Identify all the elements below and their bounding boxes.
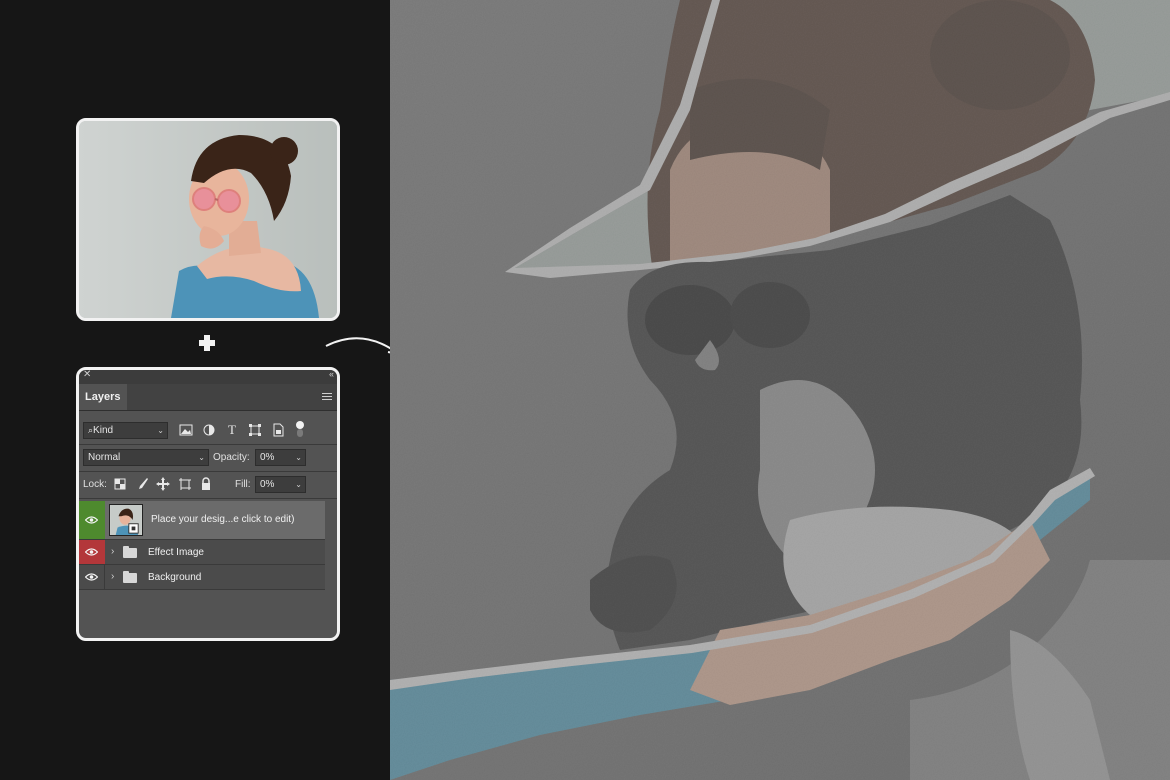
layer-row-effect-image[interactable]: › Effect Image	[79, 540, 325, 565]
lock-move-icon[interactable]	[156, 477, 170, 491]
visibility-toggle[interactable]	[79, 540, 105, 564]
folder-icon	[123, 546, 137, 558]
blend-row: Normal ⌄ Opacity: 0% ⌄	[79, 448, 337, 468]
blend-mode-select[interactable]: Normal ⌄	[83, 449, 209, 466]
layer-name: Place your desig...e click to edit)	[151, 514, 295, 525]
fill-input[interactable]: 0% ⌄	[255, 476, 306, 493]
lock-transparent-icon[interactable]	[113, 477, 127, 491]
chevron-right-icon[interactable]: ›	[111, 565, 114, 589]
chevron-down-icon: ⌄	[295, 480, 302, 489]
opacity-label: Opacity:	[213, 452, 250, 463]
filter-kind-label: Kind	[93, 425, 114, 436]
eye-icon	[85, 573, 98, 581]
lock-paint-icon[interactable]	[135, 477, 149, 491]
eye-icon	[85, 516, 98, 524]
layer-row-smart-object[interactable]: Place your desig...e click to edit)	[79, 501, 325, 540]
eye-icon	[85, 548, 98, 556]
collapse-icon[interactable]: ‹‹	[329, 370, 334, 379]
adjustment-filter-icon[interactable]	[202, 423, 216, 437]
source-photo	[79, 121, 337, 318]
panel-titlebar: ✕ ‹‹	[79, 370, 337, 384]
layer-name: Background	[148, 572, 202, 583]
smart-object-filter-icon[interactable]	[271, 423, 285, 437]
source-photo-card	[76, 118, 340, 321]
lock-all-icon[interactable]	[199, 477, 213, 491]
shape-filter-icon[interactable]	[248, 423, 262, 437]
plus-icon	[199, 335, 215, 351]
filter-kind-select[interactable]: ⌕Kind ⌄	[83, 422, 168, 439]
chevron-down-icon: ⌄	[157, 426, 164, 435]
tab-layers[interactable]: Layers	[79, 384, 127, 410]
collage-artwork	[390, 0, 1170, 780]
layers-panel: ✕ ‹‹ Layers ⌕Kind ⌄ T Normal ⌄ Opacity: …	[76, 367, 340, 641]
lock-row: Lock: Fill: 0% ⌄	[79, 475, 337, 495]
visibility-toggle[interactable]	[79, 565, 105, 589]
divider	[79, 471, 337, 472]
canvas: ✕ ‹‹ Layers ⌕Kind ⌄ T Normal ⌄ Opacity: …	[0, 0, 1170, 780]
type-filter-icon[interactable]: T	[225, 423, 239, 437]
divider	[79, 444, 337, 445]
filter-row: ⌕Kind ⌄ T	[79, 420, 337, 442]
layer-name: Effect Image	[148, 547, 204, 558]
visibility-toggle[interactable]	[79, 501, 105, 539]
panel-tabbar: Layers	[79, 384, 337, 411]
close-icon[interactable]: ✕	[83, 370, 91, 380]
chevron-down-icon: ⌄	[198, 453, 205, 462]
fill-label: Fill:	[235, 479, 251, 490]
layer-thumbnail	[109, 504, 143, 536]
image-filter-icon[interactable]	[179, 423, 193, 437]
chevron-down-icon: ⌄	[295, 453, 302, 462]
panel-menu-icon[interactable]	[322, 393, 332, 400]
divider	[79, 498, 337, 499]
lock-artboard-icon[interactable]	[178, 477, 192, 491]
layer-row-background[interactable]: › Background	[79, 565, 325, 590]
lock-label: Lock:	[83, 479, 107, 490]
opacity-input[interactable]: 0% ⌄	[255, 449, 306, 466]
torn-paper-collage	[390, 0, 1170, 780]
blend-mode-label: Normal	[88, 452, 121, 463]
filter-toggle-icon[interactable]	[293, 420, 307, 437]
opacity-value: 0%	[260, 452, 275, 463]
folder-icon	[123, 571, 137, 583]
chevron-right-icon[interactable]: ›	[111, 540, 114, 564]
fill-value: 0%	[260, 479, 275, 490]
